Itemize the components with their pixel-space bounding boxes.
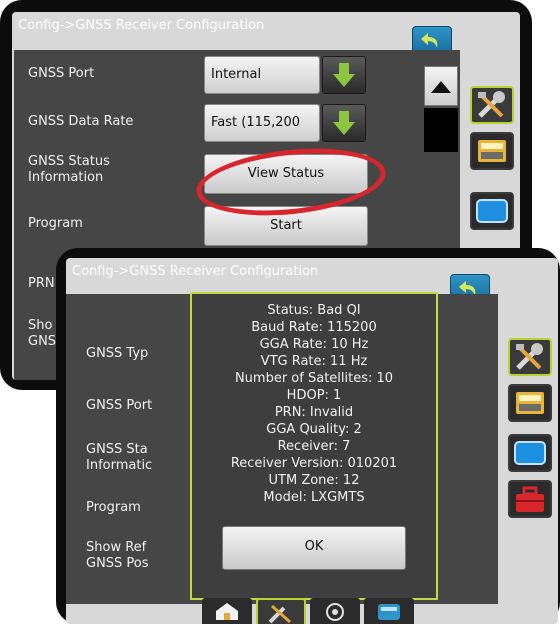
tools-tab[interactable] [508, 338, 552, 376]
gnss-port-dropdown-button[interactable] [322, 56, 366, 94]
front-row-label: Program [86, 500, 141, 515]
console-icon [478, 140, 506, 162]
display-icon [476, 199, 508, 223]
dialog-line: Number of Satellites: 10 [234, 371, 394, 386]
front-row-label: GNSS Port [86, 398, 153, 413]
display-tab[interactable] [470, 192, 514, 230]
dialog-line: Baud Rate: 115200 [251, 320, 377, 335]
gnss-icon [326, 603, 344, 621]
front-screen-display: Config->GNSS Receiver Configuration GNSS… [66, 258, 558, 624]
gnss-tab[interactable] [310, 598, 360, 624]
dialog-line: VTG Rate: 11 Hz [260, 354, 368, 369]
scroll-up-button[interactable] [424, 66, 458, 106]
gnss-data-rate-dropdown-button[interactable] [322, 104, 366, 142]
tools-icon [516, 343, 543, 370]
dialog-line: Model: LXGMTS [263, 490, 365, 505]
front-row-label: GNSS Sta Informatic [86, 442, 153, 473]
console-tab[interactable] [470, 132, 514, 170]
console-icon [516, 392, 544, 414]
dialog-line: Receiver: 7 [277, 439, 351, 454]
dialog-line: Status: Bad QI [267, 303, 361, 318]
front-screen: Config->GNSS Receiver Configuration GNSS… [56, 248, 560, 624]
tools-bottom-tab[interactable] [256, 598, 306, 624]
back-row-label: PRN [28, 276, 55, 291]
down-arrow-icon [333, 111, 355, 135]
scrollbar-track[interactable] [424, 108, 458, 152]
back-row-label: GNSS Port [28, 66, 95, 81]
toolbox-tab[interactable] [508, 480, 552, 518]
dialog-line: PRN: Invalid [274, 405, 354, 420]
back-row-label: Program [28, 216, 83, 231]
gnss-status-dialog: Status: Bad QI Baud Rate: 115200 GGA Rat… [190, 292, 438, 600]
home-tab[interactable] [202, 598, 252, 624]
data-transfer-tab[interactable] [364, 598, 414, 624]
toolbox-icon [516, 486, 544, 512]
dialog-line: UTM Zone: 12 [268, 473, 360, 488]
gnss-data-rate-select[interactable]: Fast (115,200 [204, 104, 320, 142]
front-row-label: Show Ref GNSS Pos [86, 540, 149, 571]
back-row-label: GNSS Data Rate [28, 114, 134, 129]
dialog-line: Receiver Version: 010201 [230, 456, 398, 471]
ok-button[interactable]: OK [222, 526, 406, 570]
up-arrow-icon [431, 81, 451, 93]
tools-icon [478, 91, 505, 118]
data-transfer-icon [378, 604, 400, 620]
display-icon [514, 441, 546, 465]
home-icon [216, 603, 238, 620]
tools-icon [268, 604, 291, 624]
down-arrow-icon [333, 63, 355, 87]
dialog-line: GGA Rate: 10 Hz [259, 337, 369, 352]
gnss-port-select[interactable]: Internal [204, 56, 320, 94]
tools-tab[interactable] [470, 86, 514, 124]
console-tab[interactable] [508, 384, 552, 422]
dialog-line: HDOP: 1 [286, 388, 342, 403]
display-tab[interactable] [508, 434, 552, 472]
front-row-label: GNSS Typ [86, 346, 149, 361]
back-row-label: Sho GNS [28, 318, 57, 349]
dialog-line: GGA Quality: 2 [266, 422, 362, 437]
back-row-label: GNSS Status Information [28, 154, 110, 185]
